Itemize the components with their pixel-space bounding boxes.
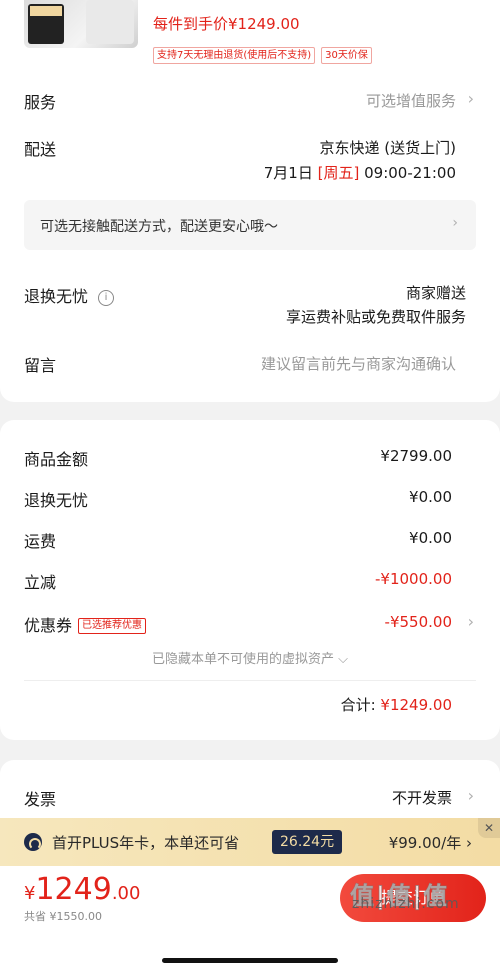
total-integer: 1249	[35, 872, 112, 907]
return-worry-free-sub: 享运费补贴或免费取件服务	[285, 308, 466, 326]
product-box-image	[28, 4, 64, 44]
delivery-window: 09:00-21:00	[364, 164, 456, 182]
shipping-label: 运费	[24, 532, 57, 551]
plus-membership-banner[interactable]: 首开PLUS年卡，本单还可省 26.24元 ¥99.00/年 › ✕	[0, 818, 500, 866]
total-saved: 共省 ¥1550.00	[24, 910, 102, 923]
return-policy-tag: 支持7天无理由退货(使用后不支持)	[153, 47, 316, 64]
invoice-value: 不开发票	[391, 789, 452, 807]
chevron-right-icon: ›	[452, 215, 458, 231]
home-indicator[interactable]	[162, 958, 338, 963]
goods-amount-value: ¥2799.00	[380, 447, 452, 465]
service-value: 可选增值服务	[365, 92, 456, 110]
chevron-right-icon: ›	[467, 612, 474, 631]
info-icon[interactable]: i	[98, 290, 115, 306]
delivery-method: 京东快递 (送货上门)	[319, 139, 456, 157]
coupon-value: -¥550.00	[384, 613, 452, 631]
contactless-delivery-notice[interactable]: 可选无接触配送方式，配送更安心哦～ ›	[24, 200, 476, 250]
product-thumbnail[interactable]	[24, 0, 138, 48]
currency-symbol: ¥	[24, 883, 36, 904]
unit-price: 每件到手价¥1249.00	[153, 15, 300, 33]
plus-logo-icon	[24, 833, 42, 851]
delivery-date: 7月1日	[263, 164, 313, 182]
discount-label: 立减	[24, 573, 57, 592]
watermark-site: zhizhizhi.com	[352, 896, 460, 912]
plus-promo-text: 首开PLUS年卡，本单还可省	[52, 834, 240, 852]
plus-annual-price[interactable]: ¥99.00/年 ›	[389, 832, 472, 853]
coupon-selected-tag: 已选推荐优惠	[78, 618, 147, 634]
service-label: 服务	[24, 93, 57, 112]
total-label: 合计:	[340, 696, 376, 714]
return-fee-label: 退换无忧	[24, 491, 89, 510]
message-label: 留言	[24, 356, 57, 375]
total-decimal: .00	[111, 883, 141, 904]
hidden-assets-toggle[interactable]: 已隐藏本单不可使用的虚拟资产 ⌵	[0, 648, 500, 667]
checkout-total: ¥1249.00	[24, 872, 140, 907]
contactless-text: 可选无接触配送方式，配送更安心哦～	[40, 219, 278, 235]
close-icon[interactable]: ✕	[478, 818, 500, 838]
order-total: 合计: ¥1249.00	[341, 694, 452, 715]
coupon-label: 优惠券 已选推荐优惠	[24, 612, 147, 636]
price-protect-tag: 30天价保	[321, 47, 372, 64]
chevron-right-icon: ›	[467, 786, 474, 805]
divider	[24, 680, 476, 681]
plus-save-amount: 26.24元	[272, 830, 343, 854]
message-input[interactable]: 建议留言前先与商家沟通确认	[261, 353, 456, 374]
invoice-label: 发票	[24, 790, 57, 809]
delivery-time: 7月1日 [周五] 09:00-21:00	[264, 162, 456, 183]
delivery-weekday: [周五]	[317, 164, 360, 182]
chevron-right-icon: ›	[467, 89, 474, 108]
return-worry-free-label: 退换无忧 i	[24, 283, 115, 307]
product-device-image	[86, 0, 134, 44]
goods-amount-label: 商品金额	[24, 450, 89, 469]
return-fee-value: ¥0.00	[409, 488, 452, 506]
total-amount: ¥1249.00	[380, 696, 452, 714]
delivery-label: 配送	[24, 140, 57, 159]
return-worry-free-value: 商家赠送	[405, 284, 466, 302]
product-tags: 支持7天无理由退货(使用后不支持) 30天价保	[153, 47, 372, 64]
shipping-value: ¥0.00	[409, 529, 452, 547]
discount-value: -¥1000.00	[375, 570, 452, 588]
order-info-card: 每件到手价¥1249.00 支持7天无理由退货(使用后不支持) 30天价保 服务…	[0, 0, 500, 402]
